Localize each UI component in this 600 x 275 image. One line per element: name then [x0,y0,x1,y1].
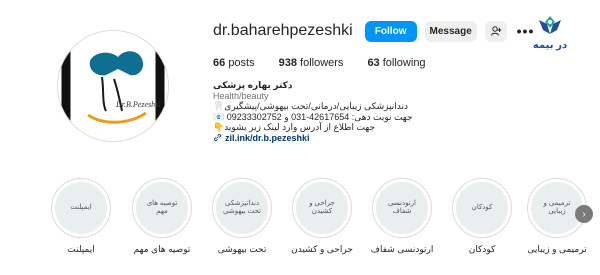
following-label: following [382,57,426,69]
highlight-cover-text: ایمپلنت [55,182,107,234]
highlight-important-tips[interactable]: توصیه های مهم توصیه های مهم [130,178,194,255]
profile-bio: دکتر بهاره پزشکی Health/beauty دندانپزشک… [213,80,453,143]
highlight-label: جراحی و کشیدن [291,244,353,254]
highlight-label: ارتودنسی شفاف [370,244,434,254]
username: dr.baharehpezeshki [213,22,353,39]
highlight-label: کودکان [468,244,496,254]
message-button[interactable]: Message [424,20,477,42]
highlight-cover-text: ارتودنسی شفاف [376,182,428,234]
highlight-sedation[interactable]: دندانپزشکی تحت بیهوشی تحت بیهوشی [210,178,274,255]
highlight-cover-text: توصیه های مهم [136,182,188,234]
following-count: 63 [367,57,380,69]
highlight-ring: ایمپلنت [51,178,111,238]
highlight-ring: دندانپزشکی تحت بیهوشی [212,178,272,238]
highlight-cover-text: ترمیمی و زیبایی [531,182,583,234]
highlight-ring: جراحی و کشیدن [292,178,352,238]
highlight-cover-text: کودکان [456,182,508,234]
highlight-surgery[interactable]: جراحی و کشیدن جراحی و کشیدن [290,178,354,255]
highlight-ring: توصیه های مهم [132,178,192,238]
followers-count: 938 [278,57,297,69]
chevron-right-icon[interactable]: › [575,205,593,223]
bio-line-services: دندانپزشکی زیبایی/درمانی/تحت بیهوشی/پیشگ… [213,101,409,111]
highlight-ring: کودکان [452,178,512,238]
posts-label: posts [228,57,255,69]
highlight-label: ترمیمی و زیبایی [527,244,587,254]
highlight-implant[interactable]: ایمپلنت ایمپلنت [49,178,113,255]
bio-line-appointment: جهت نوبت دهی: 42617654-031 و 09233302752… [213,111,413,122]
avatar-logo-icon: Dr.B.Pezeshki [58,31,168,141]
stat-followers[interactable]: 938 followers [279,57,344,69]
follow-button[interactable]: Follow [364,20,417,42]
stat-following[interactable]: 63 following [367,57,425,69]
highlight-label: توصیه های مهم [133,244,191,254]
followers-label: followers [300,57,344,69]
add-person-icon [490,26,502,36]
avatar-text: Dr.B.Pezeshki [115,100,161,109]
profile-header: dr.baharehpezeshki Follow Message ••• [213,20,534,42]
brand-emblem-icon [539,16,561,34]
highlight-ring: ارتودنسی شفاف [372,178,432,238]
bio-line-address: جهت اطلاع از آدرس وارد لینک زیر بشوید👇 [213,122,376,132]
highlight-cover-text: جراحی و کشیدن [296,182,348,234]
profile-stats: 66 posts 938 followers 63 following [213,57,450,69]
bio-link[interactable]: zil.ink/dr.b.pezeshki [213,133,453,144]
profile-avatar[interactable]: Dr.B.Pezeshki [57,30,169,142]
posts-count: 66 [213,57,226,69]
more-options-icon[interactable]: ••• [517,23,535,39]
highlight-orthodontics[interactable]: ارتودنسی شفاف ارتودنسی شفاف [370,178,434,255]
bio-link-text: zil.ink/dr.b.pezeshki [225,132,310,143]
highlight-cover-text: دندانپزشکی تحت بیهوشی [216,182,268,234]
category: Health/beauty [213,90,269,101]
suggest-button[interactable] [484,20,507,42]
display-name: دکتر بهاره پزشکی [213,80,293,90]
link-icon [213,134,222,142]
highlight-label: تحت بیهوشی [217,244,267,254]
highlight-label: ایمپلنت [67,244,95,254]
stat-posts: 66 posts [213,57,255,69]
highlight-kids[interactable]: کودکان کودکان [450,178,514,255]
